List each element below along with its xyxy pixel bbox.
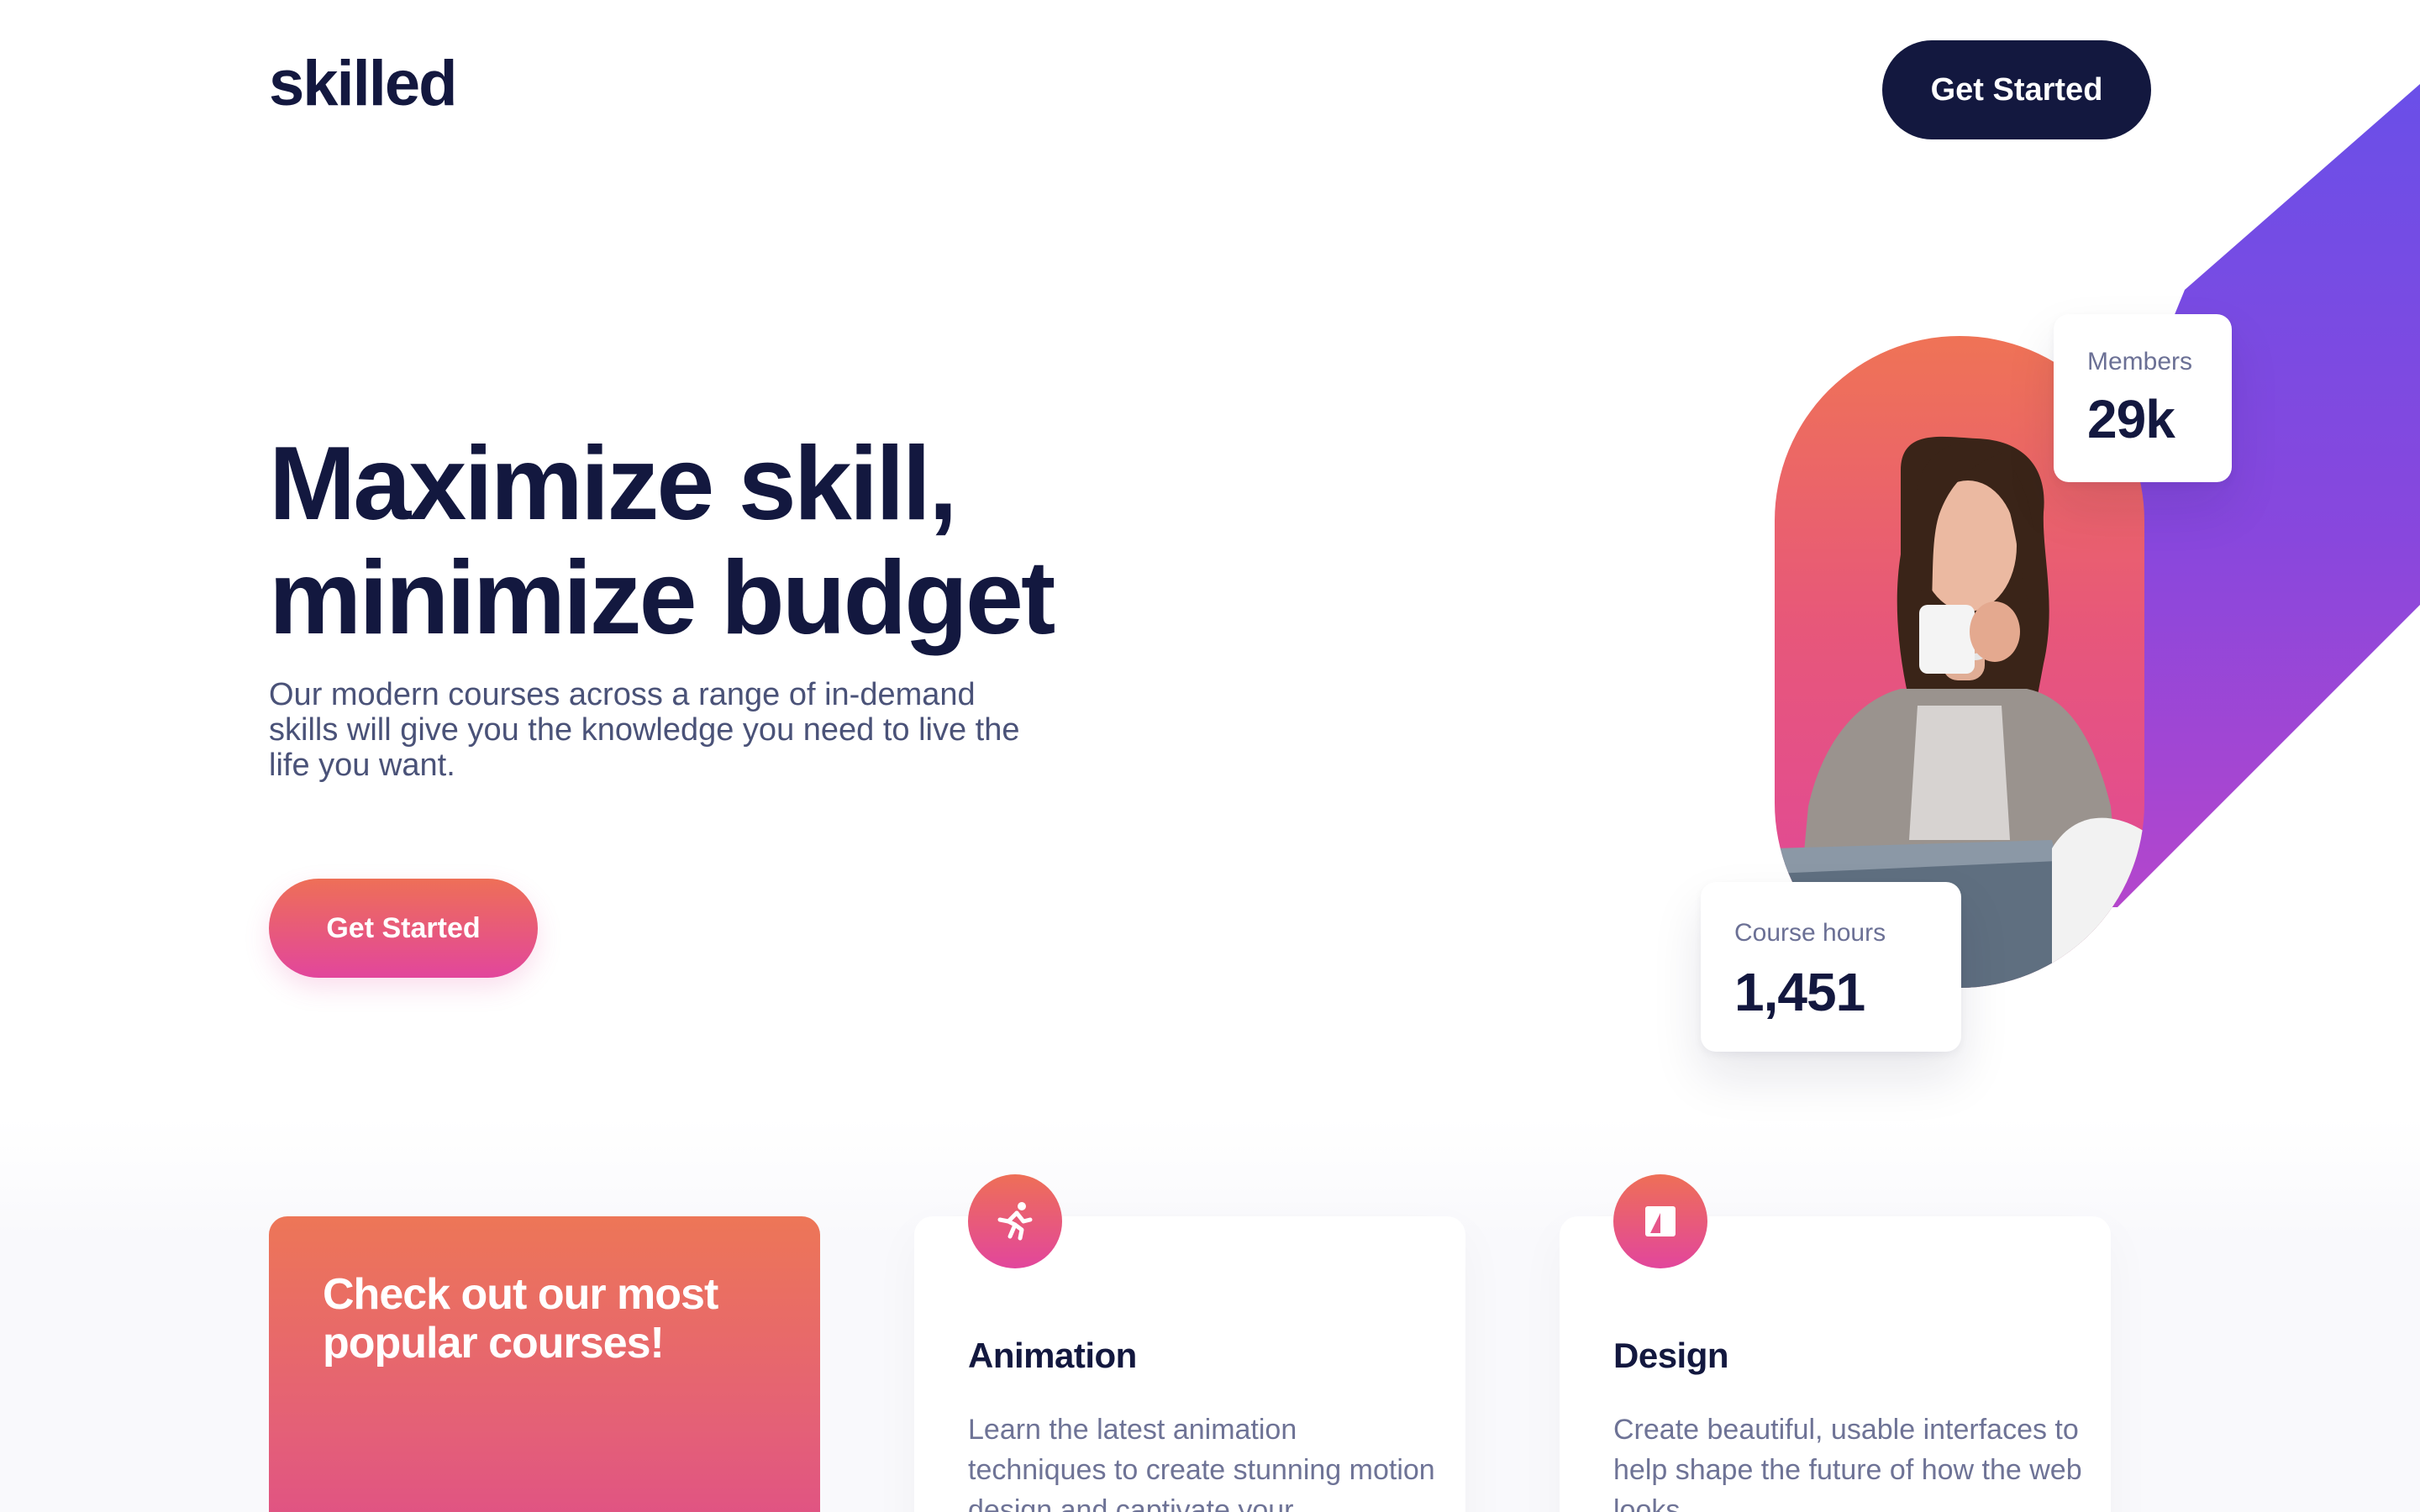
course-card-animation[interactable]: Animation Learn the latest animation tec…	[914, 1174, 1465, 1512]
hero-title-line-1: Maximize skill,	[269, 426, 958, 542]
hero-get-started-button[interactable]: Get Started	[269, 879, 538, 978]
course-hours-stat-card: Course hours 1,451	[1701, 882, 1961, 1052]
members-stat-card: Members 29k	[2054, 314, 2232, 482]
course-description: Learn the latest animation techniques to…	[968, 1414, 1435, 1512]
landing-page: skilled Get Started Maximize skill, mini…	[0, 0, 2420, 1512]
hero-title: Maximize skill, minimize budget	[269, 427, 1109, 655]
popular-courses-title: Check out our most popular courses!	[323, 1270, 718, 1368]
course-title: Design	[1613, 1336, 1729, 1375]
popular-courses-card: Check out our most popular courses!	[269, 1216, 820, 1512]
hero-title-line-2: minimize budget	[269, 540, 1055, 656]
hero-subtitle: Our modern courses across a range of in-…	[269, 677, 1020, 783]
site-logo[interactable]: skilled	[269, 52, 458, 116]
design-frame-icon	[1613, 1174, 1707, 1268]
course-card-design[interactable]: Design Create beautiful, usable interfac…	[1560, 1174, 2111, 1512]
course-title: Animation	[968, 1336, 1137, 1375]
members-value: 29k	[2087, 389, 2175, 449]
course-description: Create beautiful, usable interfaces to h…	[1613, 1414, 2082, 1512]
members-label: Members	[2087, 348, 2193, 375]
course-hours-value: 1,451	[1734, 962, 1865, 1022]
header-get-started-button[interactable]: Get Started	[1882, 40, 2151, 139]
running-person-icon	[968, 1174, 1062, 1268]
course-hours-label: Course hours	[1734, 919, 1886, 947]
